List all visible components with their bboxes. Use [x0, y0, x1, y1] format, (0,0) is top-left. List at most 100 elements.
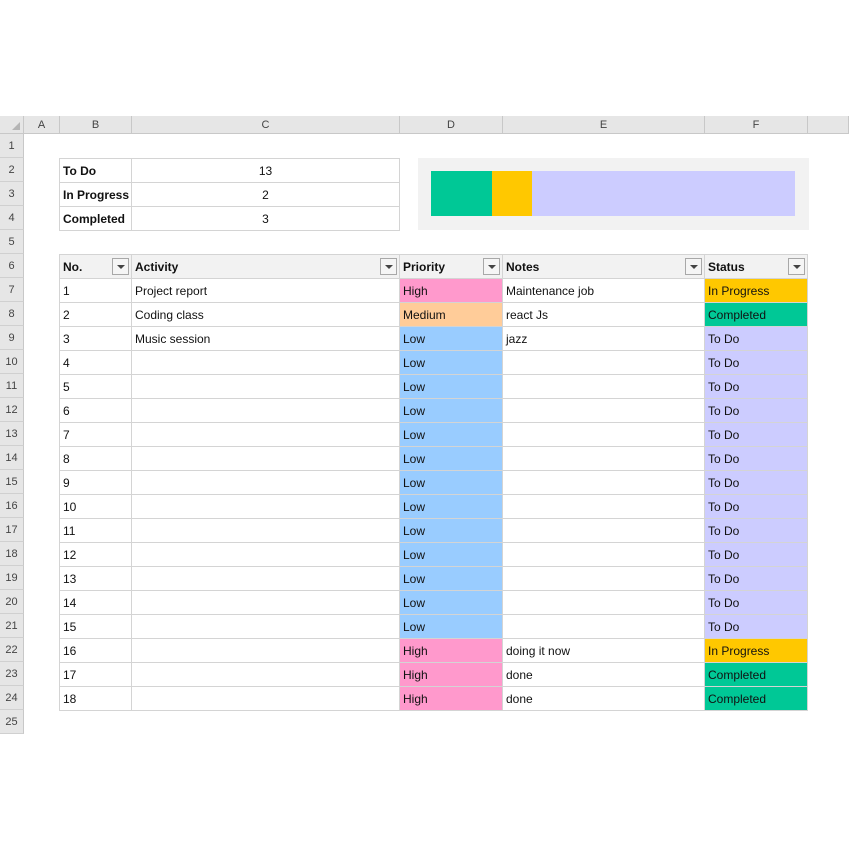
table-cell-priority[interactable]: Low	[399, 446, 503, 471]
table-cell-status[interactable]: Completed	[704, 686, 808, 711]
table-cell-priority[interactable]: Low	[399, 566, 503, 591]
table-cell-no[interactable]: 1	[59, 278, 132, 303]
table-cell-notes[interactable]	[502, 614, 705, 639]
table-cell-notes[interactable]	[502, 422, 705, 447]
filter-dropdown-icon[interactable]	[112, 258, 129, 275]
table-cell-notes[interactable]	[502, 518, 705, 543]
table-cell-priority[interactable]: High	[399, 278, 503, 303]
table-header-status[interactable]: Status	[704, 254, 808, 279]
table-cell-status[interactable]: To Do	[704, 518, 808, 543]
table-cell-activity[interactable]	[131, 590, 400, 615]
table-cell-activity[interactable]	[131, 398, 400, 423]
table-cell-activity[interactable]: Coding class	[131, 302, 400, 327]
table-cell-priority[interactable]: Low	[399, 518, 503, 543]
table-cell-notes[interactable]	[502, 470, 705, 495]
table-cell-status[interactable]: To Do	[704, 590, 808, 615]
row-header-4[interactable]: 4	[0, 206, 24, 230]
row-header-20[interactable]: 20	[0, 590, 24, 614]
table-cell-activity[interactable]	[131, 494, 400, 519]
row-header-9[interactable]: 9	[0, 326, 24, 350]
table-cell-priority[interactable]: Low	[399, 590, 503, 615]
table-cell-notes[interactable]: jazz	[502, 326, 705, 351]
table-cell-notes[interactable]: react Js	[502, 302, 705, 327]
filter-dropdown-icon[interactable]	[788, 258, 805, 275]
table-header-priority[interactable]: Priority	[399, 254, 503, 279]
row-header-7[interactable]: 7	[0, 278, 24, 302]
table-cell-status[interactable]: To Do	[704, 494, 808, 519]
table-cell-status[interactable]: In Progress	[704, 278, 808, 303]
table-cell-status[interactable]: Completed	[704, 662, 808, 687]
table-cell-notes[interactable]	[502, 566, 705, 591]
column-header-empty[interactable]	[808, 116, 849, 134]
table-cell-no[interactable]: 12	[59, 542, 132, 567]
table-cell-priority[interactable]: Low	[399, 422, 503, 447]
table-cell-status[interactable]: To Do	[704, 446, 808, 471]
table-cell-activity[interactable]	[131, 542, 400, 567]
table-cell-status[interactable]: To Do	[704, 422, 808, 447]
table-cell-status[interactable]: Completed	[704, 302, 808, 327]
row-header-15[interactable]: 15	[0, 470, 24, 494]
row-header-17[interactable]: 17	[0, 518, 24, 542]
filter-dropdown-icon[interactable]	[380, 258, 397, 275]
row-header-6[interactable]: 6	[0, 254, 24, 278]
table-cell-notes[interactable]: doing it now	[502, 638, 705, 663]
table-cell-activity[interactable]	[131, 422, 400, 447]
column-header-e[interactable]: E	[503, 116, 705, 134]
table-cell-activity[interactable]	[131, 662, 400, 687]
table-cell-no[interactable]: 15	[59, 614, 132, 639]
table-cell-status[interactable]: To Do	[704, 470, 808, 495]
table-cell-no[interactable]: 8	[59, 446, 132, 471]
table-cell-status[interactable]: To Do	[704, 374, 808, 399]
table-cell-priority[interactable]: Low	[399, 374, 503, 399]
table-cell-notes[interactable]: done	[502, 686, 705, 711]
row-header-1[interactable]: 1	[0, 134, 24, 158]
table-cell-status[interactable]: To Do	[704, 542, 808, 567]
table-cell-notes[interactable]	[502, 494, 705, 519]
table-cell-priority[interactable]: Low	[399, 614, 503, 639]
row-header-24[interactable]: 24	[0, 686, 24, 710]
column-header-d[interactable]: D	[400, 116, 503, 134]
table-header-no[interactable]: No.	[59, 254, 132, 279]
table-cell-activity[interactable]	[131, 446, 400, 471]
column-header-a[interactable]: A	[24, 116, 60, 134]
table-cell-no[interactable]: 18	[59, 686, 132, 711]
table-cell-no[interactable]: 9	[59, 470, 132, 495]
table-cell-no[interactable]: 2	[59, 302, 132, 327]
summary-label-2[interactable]: In Progress	[59, 182, 132, 207]
summary-count-1[interactable]: 13	[131, 158, 400, 183]
table-cell-notes[interactable]	[502, 398, 705, 423]
summary-count-3[interactable]: 3	[131, 206, 400, 231]
table-cell-no[interactable]: 13	[59, 566, 132, 591]
row-header-3[interactable]: 3	[0, 182, 24, 206]
table-cell-priority[interactable]: Medium	[399, 302, 503, 327]
table-cell-priority[interactable]: High	[399, 686, 503, 711]
table-cell-activity[interactable]	[131, 350, 400, 375]
table-cell-priority[interactable]: Low	[399, 470, 503, 495]
table-cell-priority[interactable]: Low	[399, 350, 503, 375]
table-cell-priority[interactable]: Low	[399, 326, 503, 351]
table-cell-activity[interactable]	[131, 374, 400, 399]
summary-label-3[interactable]: Completed	[59, 206, 132, 231]
row-header-18[interactable]: 18	[0, 542, 24, 566]
row-header-14[interactable]: 14	[0, 446, 24, 470]
table-cell-notes[interactable]	[502, 374, 705, 399]
table-cell-no[interactable]: 10	[59, 494, 132, 519]
table-cell-activity[interactable]: Music session	[131, 326, 400, 351]
filter-dropdown-icon[interactable]	[685, 258, 702, 275]
row-header-19[interactable]: 19	[0, 566, 24, 590]
table-cell-status[interactable]: In Progress	[704, 638, 808, 663]
table-cell-priority[interactable]: Low	[399, 542, 503, 567]
status-bar-segment-to-do[interactable]	[532, 171, 795, 216]
table-cell-no[interactable]: 11	[59, 518, 132, 543]
table-cell-activity[interactable]	[131, 638, 400, 663]
table-cell-activity[interactable]	[131, 686, 400, 711]
row-header-10[interactable]: 10	[0, 350, 24, 374]
table-cell-no[interactable]: 14	[59, 590, 132, 615]
table-cell-status[interactable]: To Do	[704, 326, 808, 351]
status-progress-chart[interactable]	[418, 158, 809, 230]
table-cell-no[interactable]: 4	[59, 350, 132, 375]
row-header-16[interactable]: 16	[0, 494, 24, 518]
table-cell-activity[interactable]	[131, 614, 400, 639]
table-cell-no[interactable]: 6	[59, 398, 132, 423]
table-cell-no[interactable]: 16	[59, 638, 132, 663]
